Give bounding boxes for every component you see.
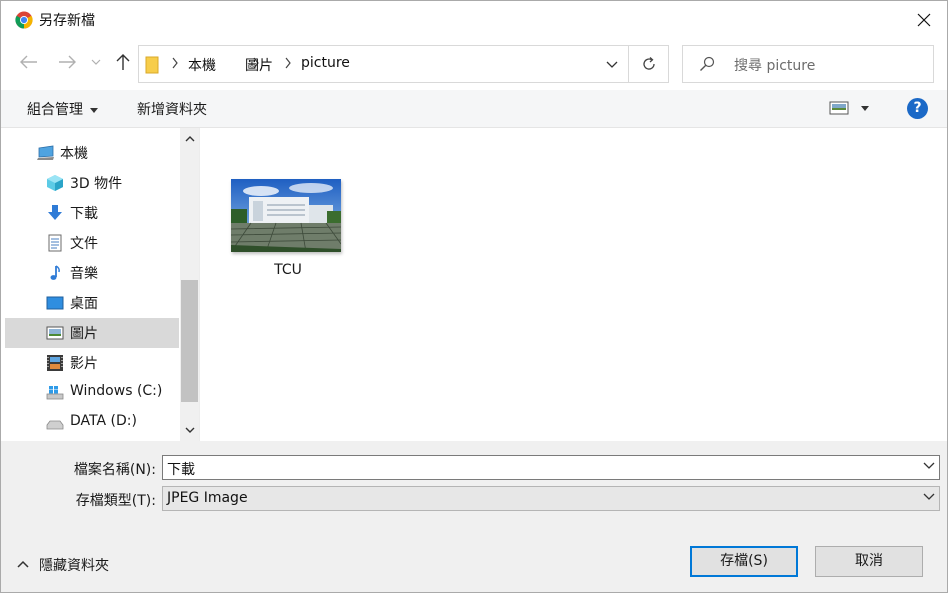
caret-down-icon bbox=[90, 107, 99, 113]
nav-item-documents[interactable]: 文件 bbox=[5, 228, 179, 258]
pictures-icon bbox=[46, 326, 64, 340]
drive-icon bbox=[46, 420, 64, 430]
nav-label: 下載 bbox=[70, 206, 98, 222]
chevron-right-icon bbox=[172, 57, 178, 69]
filename-input[interactable]: 下載 bbox=[162, 455, 940, 480]
filename-label: 檔案名稱(N): bbox=[73, 462, 156, 478]
cube-icon bbox=[47, 175, 63, 191]
refresh-button[interactable] bbox=[628, 46, 669, 82]
title-bar: 另存新檔 bbox=[1, 1, 947, 38]
address-bar[interactable]: 本機 圖片 picture bbox=[138, 45, 669, 83]
document-icon bbox=[48, 234, 62, 252]
scroll-down-button[interactable] bbox=[180, 419, 199, 441]
nav-label: 音樂 bbox=[70, 266, 98, 282]
new-folder-button[interactable]: 新增資料夾 bbox=[137, 99, 207, 119]
chevron-down-icon bbox=[606, 61, 618, 68]
view-options-button[interactable] bbox=[829, 101, 869, 119]
download-icon bbox=[48, 205, 62, 220]
nav-item-downloads[interactable]: 下載 bbox=[5, 198, 179, 228]
navigation-bar: 本機 圖片 picture 搜尋 picture bbox=[1, 38, 947, 90]
command-toolbar: 組合管理 新增資料夾 ? bbox=[1, 90, 947, 128]
refresh-icon bbox=[643, 57, 655, 70]
image-thumbnail-icon bbox=[231, 179, 341, 252]
recent-locations-button[interactable] bbox=[86, 50, 106, 74]
arrow-up-icon bbox=[116, 54, 130, 70]
file-thumbnail[interactable] bbox=[231, 179, 341, 252]
organize-label: 組合管理 bbox=[27, 102, 83, 118]
chevron-down-icon bbox=[91, 59, 101, 65]
nav-item-pictures[interactable]: 圖片 bbox=[5, 318, 179, 348]
nav-label: 桌面 bbox=[70, 296, 98, 312]
arrow-right-icon bbox=[59, 55, 76, 69]
back-button[interactable] bbox=[17, 50, 41, 74]
nav-item-this-pc[interactable]: 本機 bbox=[5, 138, 179, 168]
nav-label: Windows (C:) bbox=[70, 383, 163, 399]
chevron-down-icon bbox=[923, 493, 935, 500]
nav-scrollbar[interactable] bbox=[180, 128, 199, 441]
save-button[interactable]: 存檔(S) bbox=[690, 546, 798, 577]
chevron-up-icon bbox=[185, 136, 194, 142]
breadcrumb-pictures[interactable]: 圖片 bbox=[245, 55, 273, 75]
save-options-panel: 檔案名稱(N): 下載 存檔類型(T): JPEG Image 隱藏資料夾 存檔… bbox=[1, 441, 947, 592]
video-icon bbox=[47, 355, 63, 371]
computer-icon bbox=[37, 145, 54, 160]
music-icon bbox=[50, 265, 60, 280]
scroll-up-button[interactable] bbox=[180, 128, 199, 150]
chevron-down-icon bbox=[185, 427, 194, 433]
scroll-thumb[interactable] bbox=[181, 280, 198, 402]
view-icon bbox=[829, 101, 869, 115]
filetype-value: JPEG Image bbox=[167, 490, 248, 506]
nav-label: 影片 bbox=[70, 356, 98, 372]
desktop-icon bbox=[46, 296, 64, 310]
save-as-dialog: 另存新檔 本機 圖片 picture 搜尋 picture 組合管理 新增資料夾… bbox=[0, 0, 948, 593]
help-button[interactable]: ? bbox=[907, 98, 928, 119]
new-folder-label: 新增資料夾 bbox=[137, 102, 207, 118]
windows-drive-icon bbox=[46, 386, 64, 400]
nav-label: 文件 bbox=[70, 236, 98, 252]
breadcrumb-this-pc[interactable]: 本機 bbox=[188, 55, 216, 75]
organize-menu-button[interactable]: 組合管理 bbox=[27, 99, 99, 119]
filetype-label: 存檔類型(T): bbox=[75, 493, 156, 509]
hide-folders-label: 隱藏資料夾 bbox=[39, 558, 109, 574]
breadcrumb-picture[interactable]: picture bbox=[301, 55, 350, 71]
filetype-select[interactable]: JPEG Image bbox=[162, 486, 940, 511]
nav-item-desktop[interactable]: 桌面 bbox=[5, 288, 179, 318]
chevron-right-icon bbox=[285, 57, 291, 69]
chevron-down-icon[interactable] bbox=[923, 462, 935, 469]
chevron-up-icon bbox=[17, 560, 29, 568]
filename-value: 下載 bbox=[167, 462, 195, 478]
nav-label: 本機 bbox=[60, 146, 88, 162]
nav-item-3d-objects[interactable]: 3D 物件 bbox=[5, 168, 179, 198]
file-list: TCU bbox=[201, 128, 947, 441]
search-placeholder: 搜尋 picture bbox=[734, 58, 816, 74]
nav-item-data-d[interactable]: DATA (D:) bbox=[5, 408, 179, 438]
nav-item-windows-c[interactable]: Windows (C:) bbox=[5, 378, 179, 408]
close-button[interactable] bbox=[901, 1, 947, 38]
close-icon bbox=[917, 13, 931, 26]
search-box[interactable]: 搜尋 picture bbox=[682, 45, 934, 83]
nav-label: 3D 物件 bbox=[70, 176, 123, 192]
address-history-dropdown[interactable] bbox=[597, 46, 627, 82]
folder-icon bbox=[145, 56, 159, 74]
forward-button[interactable] bbox=[55, 50, 79, 74]
nav-item-videos[interactable]: 影片 bbox=[5, 348, 179, 378]
search-icon bbox=[700, 56, 715, 71]
window-title: 另存新檔 bbox=[39, 13, 95, 29]
nav-item-music[interactable]: 音樂 bbox=[5, 258, 179, 288]
chrome-icon bbox=[15, 11, 33, 29]
up-button[interactable] bbox=[111, 50, 135, 74]
nav-label: 圖片 bbox=[70, 326, 98, 342]
nav-label: DATA (D:) bbox=[70, 413, 137, 429]
cancel-button[interactable]: 取消 bbox=[815, 546, 923, 577]
navigation-pane: 本機 3D 物件 下載 文件 音樂 桌面 圖片 影片 Windows (C:) … bbox=[1, 128, 200, 441]
file-name[interactable]: TCU bbox=[231, 262, 345, 278]
arrow-left-icon bbox=[20, 55, 37, 69]
